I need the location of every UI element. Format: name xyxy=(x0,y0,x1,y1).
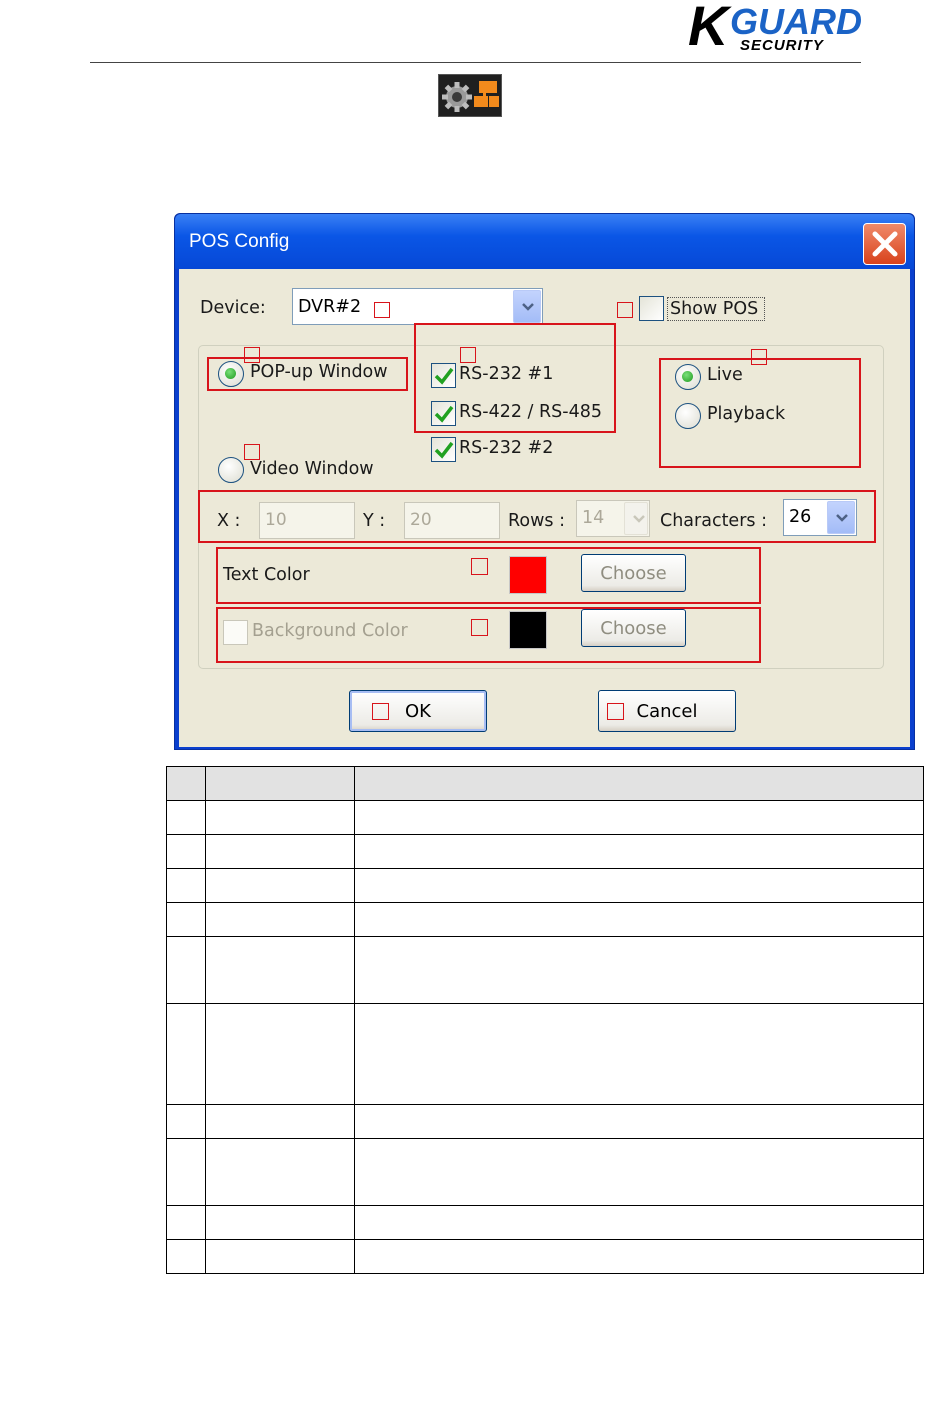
annotation-marker xyxy=(751,349,767,365)
annotation-marker xyxy=(471,558,488,575)
table-row xyxy=(166,1104,924,1139)
table-cell xyxy=(166,800,206,835)
table-cell xyxy=(166,1239,206,1274)
table-cell xyxy=(205,800,355,835)
table-header-cell xyxy=(166,766,206,801)
table-cell xyxy=(205,1205,355,1240)
table-row xyxy=(166,1003,924,1105)
table-cell xyxy=(354,1104,924,1139)
table-cell xyxy=(166,902,206,937)
check-icon xyxy=(434,441,454,459)
show-pos-label[interactable]: Show POS xyxy=(667,297,766,321)
table-cell xyxy=(354,834,924,869)
table-header-cell xyxy=(354,766,924,801)
table-cell xyxy=(205,902,355,937)
table-cell xyxy=(166,1003,206,1105)
table-cell xyxy=(354,1003,924,1105)
device-label: Device: xyxy=(200,298,266,318)
annotation-marker xyxy=(617,302,633,318)
table-cell xyxy=(354,936,924,1004)
annotation-box-mode xyxy=(659,358,861,468)
description-table xyxy=(166,766,924,1274)
table-cell xyxy=(205,1104,355,1139)
table-cell xyxy=(166,1205,206,1240)
ok-button[interactable]: OK xyxy=(349,690,487,732)
table-row xyxy=(166,902,924,937)
table-cell xyxy=(205,1239,355,1274)
dialog-title-bar[interactable]: POS Config xyxy=(175,214,914,269)
rs232-2-checkbox[interactable] xyxy=(431,437,456,462)
close-icon xyxy=(872,231,898,257)
table-cell xyxy=(166,936,206,1004)
table-row xyxy=(166,1239,924,1274)
table-cell xyxy=(166,868,206,903)
chevron-down-icon xyxy=(522,302,534,311)
annotation-marker xyxy=(244,347,260,363)
table-header-cell xyxy=(205,766,355,801)
table-row xyxy=(166,1138,924,1206)
table-row xyxy=(166,868,924,903)
table-row xyxy=(166,936,924,1004)
table-row xyxy=(166,834,924,869)
video-window-radio[interactable] xyxy=(218,457,244,483)
close-button[interactable] xyxy=(863,223,906,265)
header-divider xyxy=(90,62,861,63)
table-cell xyxy=(205,834,355,869)
video-window-label[interactable]: Video Window xyxy=(250,459,374,479)
table-cell xyxy=(166,1138,206,1206)
dialog-title: POS Config xyxy=(189,231,290,252)
device-dropdown-button[interactable] xyxy=(513,290,541,323)
table-cell xyxy=(354,800,924,835)
annotation-marker xyxy=(374,302,390,318)
annotation-marker xyxy=(460,347,476,363)
table-cell xyxy=(354,1239,924,1274)
table-cell xyxy=(354,902,924,937)
annotation-marker xyxy=(372,703,389,720)
table-row xyxy=(166,1205,924,1240)
table-header-row xyxy=(166,766,924,801)
table-cell xyxy=(166,1104,206,1139)
device-select[interactable]: DVR#2 xyxy=(292,288,543,325)
table-cell xyxy=(354,1138,924,1206)
table-cell xyxy=(354,868,924,903)
table-cell xyxy=(354,1205,924,1240)
kguard-logo: K GUARD SECURITY xyxy=(688,0,862,57)
annotation-marker xyxy=(607,703,624,720)
annotation-marker xyxy=(471,619,488,636)
table-cell xyxy=(205,1138,355,1206)
annotation-box-popup xyxy=(207,357,408,391)
ok-label: OK xyxy=(405,701,431,722)
table-cell xyxy=(205,936,355,1004)
annotation-marker xyxy=(244,444,260,460)
table-cell xyxy=(205,1003,355,1105)
annotation-box-text-color xyxy=(216,547,761,604)
table-cell xyxy=(166,834,206,869)
rs232-2-label[interactable]: RS-232 #2 xyxy=(459,438,553,458)
annotation-box-ports xyxy=(414,323,616,433)
annotation-box-background-color xyxy=(216,607,761,663)
pos-config-icon xyxy=(438,74,502,117)
table-row xyxy=(166,800,924,835)
device-value: DVR#2 xyxy=(298,297,362,317)
annotation-box-position xyxy=(198,490,876,543)
show-pos-checkbox[interactable] xyxy=(639,296,664,321)
pos-config-dialog: POS Config Device: DVR#2 Show POS POP-up… xyxy=(174,213,915,750)
table-cell xyxy=(205,868,355,903)
